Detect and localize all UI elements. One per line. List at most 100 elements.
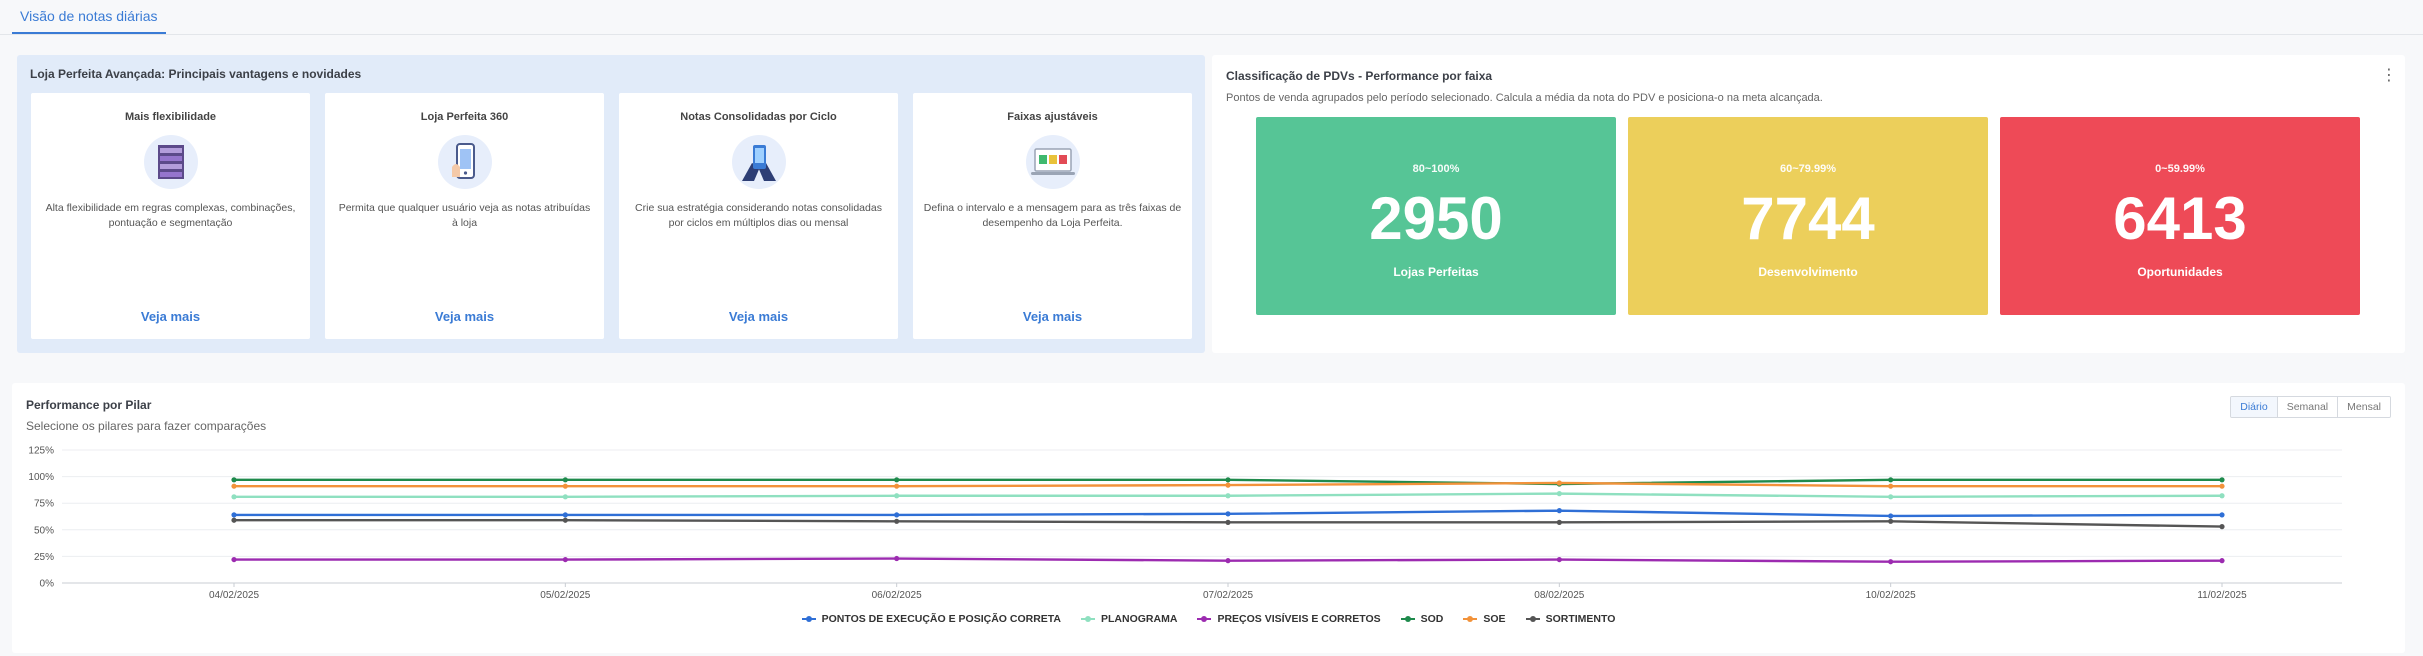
- legend-item[interactable]: PLANOGRAMA: [1081, 613, 1177, 625]
- data-point: [231, 494, 237, 500]
- data-point: [231, 517, 237, 523]
- card-text: Permita que qualquer usuário veja as not…: [338, 202, 591, 229]
- card-title: Loja Perfeita 360: [420, 111, 509, 123]
- more-options-icon[interactable]: ⋮: [2381, 67, 2397, 85]
- card-title: Notas Consolidadas por Ciclo: [680, 111, 837, 123]
- y-tick-label: 100%: [28, 472, 54, 483]
- band-label: Oportunidades: [2137, 265, 2223, 279]
- shelf-icon: [143, 135, 198, 189]
- x-tick-label: 07/02/2025: [1203, 590, 1253, 601]
- see-more-link[interactable]: Veja mais: [325, 309, 604, 324]
- card-text: Crie sua estratégia considerando notas c…: [635, 202, 882, 229]
- data-point: [1888, 483, 1894, 489]
- legend-item[interactable]: PONTOS DE EXECUÇÃO E POSIÇÃO CORRETA: [801, 613, 1062, 625]
- y-tick-label: 50%: [34, 525, 54, 536]
- band-label: Desenvolvimento: [1758, 265, 1858, 279]
- data-point: [2219, 477, 2225, 483]
- data-point: [1888, 494, 1894, 500]
- x-tick-label: 10/02/2025: [1866, 590, 1916, 601]
- data-point: [562, 512, 568, 518]
- performance-line-chart: 0% 25% 50% 75% 100% 125% 04/02/2025 05/02/2025 0…: [28, 446, 2342, 601]
- data-point: [894, 493, 900, 499]
- data-point: [1225, 493, 1231, 499]
- data-point: [1556, 556, 1562, 563]
- data-point: [562, 494, 568, 500]
- classification-title: Classificação de PDVs - Performance por …: [1226, 69, 1493, 83]
- advantages-title: Loja Perfeita Avançada: Principais vanta…: [30, 67, 362, 81]
- see-more-link[interactable]: Veja mais: [619, 309, 898, 324]
- data-point: [1888, 513, 1894, 519]
- x-tick-label: 11/02/2025: [2197, 590, 2247, 601]
- legend-item[interactable]: PREÇOS VISÍVEIS E CORRETOS: [1197, 613, 1381, 625]
- data-point: [894, 477, 900, 483]
- performance-subtitle: Selecione os pilares para fazer comparaç…: [26, 419, 267, 433]
- band-count: 6413: [2113, 185, 2247, 252]
- band-count: 2950: [1369, 185, 1503, 252]
- band-range: 80~100%: [1412, 163, 1460, 175]
- data-point: [562, 556, 568, 563]
- card-text: Alta flexibilidade em regras complexas, …: [45, 202, 296, 229]
- legend-swatch-icon: [1525, 616, 1540, 622]
- period-daily-button[interactable]: Diário: [2231, 397, 2278, 417]
- data-point: [1225, 482, 1231, 488]
- data-point: [1556, 480, 1562, 486]
- legend-swatch-icon: [1081, 616, 1096, 622]
- band-development[interactable]: 60~79.99% 7744 Desenvolvimento: [1628, 117, 1988, 315]
- see-more-link[interactable]: Veja mais: [913, 309, 1192, 324]
- legend-label: PREÇOS VISÍVEIS E CORRETOS: [1217, 613, 1381, 625]
- legend-item[interactable]: SOD: [1400, 613, 1444, 625]
- data-point: [562, 477, 568, 483]
- band-range: 60~79.99%: [1780, 163, 1836, 175]
- phone-icon: [437, 135, 492, 189]
- legend-swatch-icon: [1463, 616, 1478, 622]
- data-point: [231, 477, 237, 483]
- period-monthly-button[interactable]: Mensal: [2337, 397, 2390, 417]
- legend-label: SOD: [1420, 613, 1444, 625]
- data-point: [894, 512, 900, 518]
- data-point: [1556, 508, 1562, 514]
- x-tick-label: 06/02/2025: [872, 590, 922, 601]
- data-point: [894, 555, 900, 562]
- x-tick-label: 04/02/2025: [209, 590, 259, 601]
- data-point: [1888, 559, 1894, 565]
- band-count: 7744: [1741, 185, 1875, 252]
- band-perfect[interactable]: 80~100% 2950 Lojas Perfeitas: [1256, 117, 1616, 315]
- chart-legend: PONTOS DE EXECUÇÃO E POSIÇÃO CORRETA PLAN…: [12, 613, 2405, 625]
- data-point: [1888, 477, 1894, 483]
- data-point: [2219, 524, 2225, 530]
- advantages-panel: Loja Perfeita Avançada: Principais vanta…: [17, 55, 1205, 353]
- data-point: [2219, 512, 2225, 518]
- band-label: Lojas Perfeitas: [1393, 265, 1479, 279]
- data-point: [1225, 477, 1231, 483]
- data-point: [2219, 558, 2225, 564]
- tab-bar: Visão de notas diárias: [0, 0, 2423, 35]
- advantage-card-360: Loja Perfeita 360 Permita que qualquer u…: [325, 93, 604, 339]
- hand-phone-icon: [731, 135, 786, 189]
- period-weekly-button[interactable]: Semanal: [2276, 397, 2338, 417]
- legend-item[interactable]: SORTIMENTO: [1525, 613, 1616, 625]
- tab-daily-scores[interactable]: Visão de notas diárias: [12, 6, 166, 34]
- legend-label: SORTIMENTO: [1545, 613, 1616, 625]
- x-tick-label: 05/02/2025: [540, 590, 590, 601]
- data-point: [1888, 518, 1894, 524]
- data-point: [231, 556, 237, 563]
- legend-swatch-icon: [1197, 616, 1212, 622]
- period-selector: Diário Semanal Mensal: [2230, 396, 2391, 418]
- y-tick-label: 125%: [28, 446, 54, 457]
- data-point: [1225, 511, 1231, 517]
- laptop-icon: [1025, 135, 1080, 189]
- legend-item[interactable]: SOE: [1463, 613, 1506, 625]
- data-point: [1225, 558, 1231, 564]
- data-point: [562, 517, 568, 523]
- see-more-link[interactable]: Veja mais: [31, 309, 310, 324]
- y-tick-label: 75%: [34, 499, 54, 510]
- data-point: [1556, 519, 1562, 525]
- advantage-card-cycle: Notas Consolidadas por Ciclo Crie sua es…: [619, 93, 898, 339]
- data-point: [2219, 493, 2225, 499]
- performance-title: Performance por Pilar: [26, 398, 152, 412]
- card-title: Mais flexibilidade: [124, 111, 217, 123]
- band-opportunities[interactable]: 0~59.99% 6413 Oportunidades: [2000, 117, 2360, 315]
- legend-label: PONTOS DE EXECUÇÃO E POSIÇÃO CORRETA: [821, 613, 1062, 625]
- y-tick-label: 0%: [40, 579, 55, 590]
- card-title: Faixas ajustáveis: [1007, 111, 1098, 123]
